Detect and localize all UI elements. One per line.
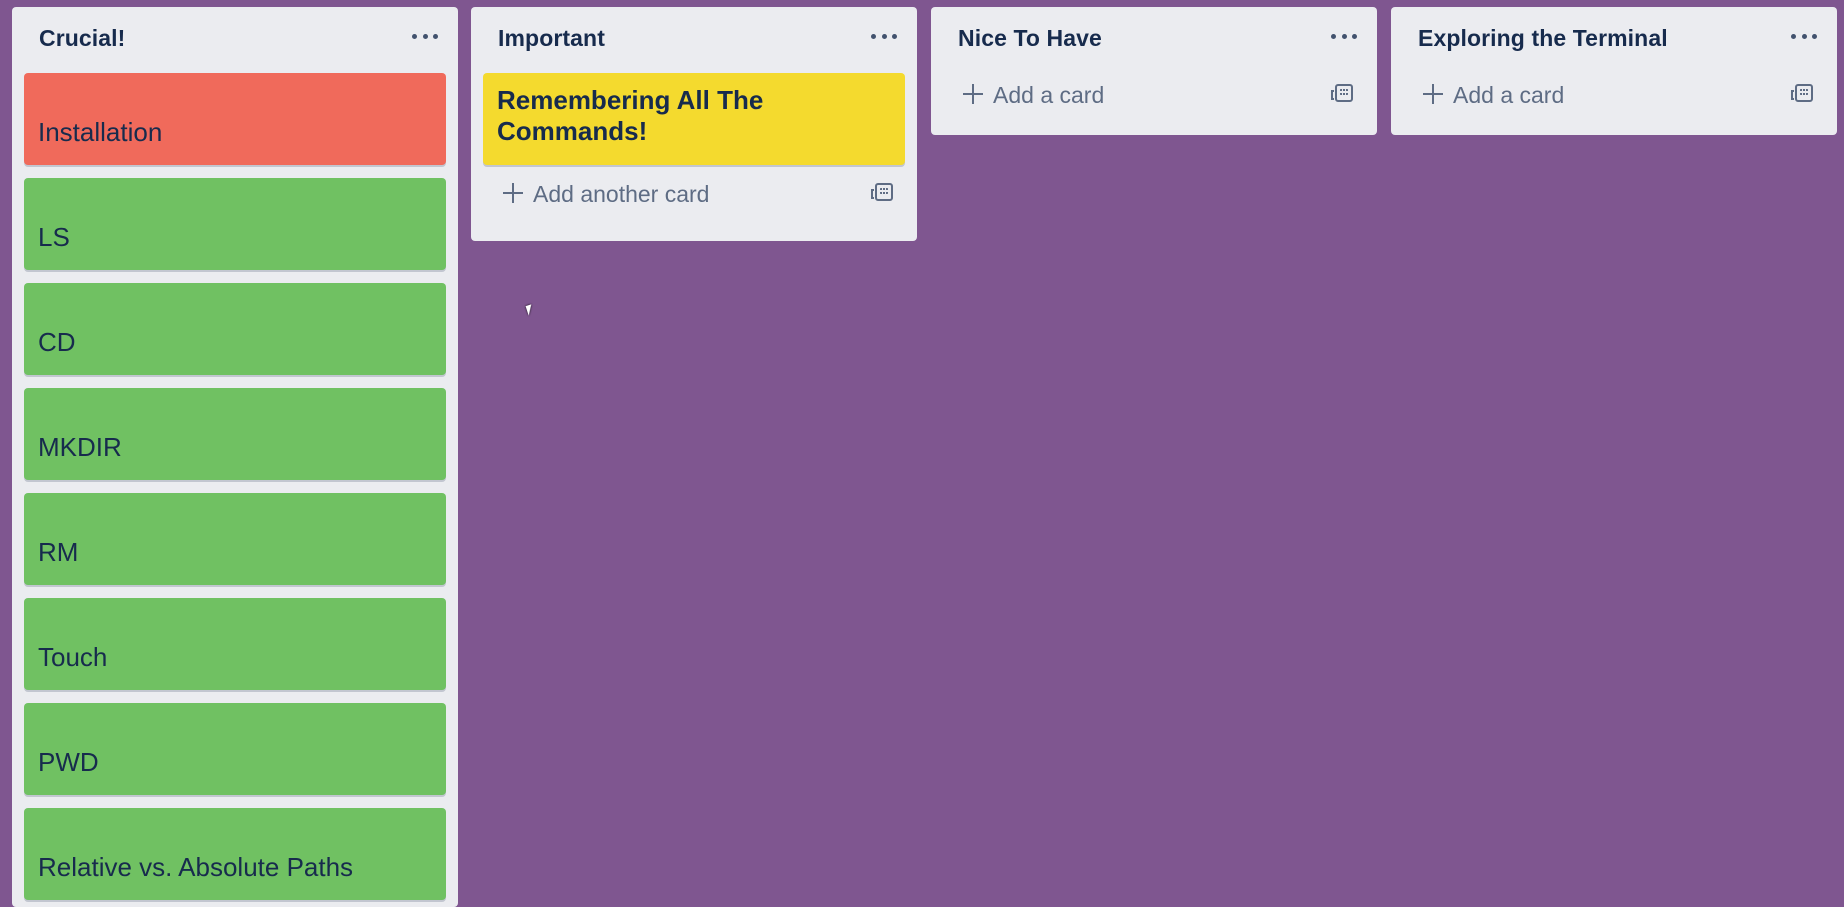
plus-icon: [962, 83, 984, 105]
card-list: Remembering All The Commands!: [471, 73, 917, 165]
list-header: Nice To Have: [931, 7, 1377, 73]
card-title: PWD: [38, 747, 99, 777]
plus-icon: [1422, 83, 1444, 105]
dot-icon: [1791, 33, 1796, 39]
card-relative-vs-absolute-paths[interactable]: Relative vs. Absolute Paths: [24, 808, 446, 900]
card-touch[interactable]: Touch: [24, 598, 446, 690]
card-installation[interactable]: Installation: [24, 73, 446, 165]
dot-icon: [1812, 33, 1817, 39]
list-header: Important: [471, 7, 917, 73]
plus-icon: [502, 182, 524, 204]
dot-icon: [1341, 33, 1347, 39]
card-title: CD: [38, 327, 76, 357]
dot-icon: [1801, 33, 1807, 39]
dot-icon: [881, 33, 887, 39]
card-title: Remembering All The Commands!: [497, 85, 764, 146]
add-card-label: Add a card: [1453, 82, 1565, 108]
card-remembering-all-the-commands[interactable]: Remembering All The Commands!: [483, 73, 905, 165]
dot-icon: [1331, 33, 1336, 39]
card-list: Installation LS CD MKDIR RM Touch PWD Re…: [12, 73, 458, 900]
dot-icon: [892, 33, 897, 39]
dot-icon: [422, 33, 428, 39]
list-nice-to-have: Nice To Have Add a card: [931, 7, 1377, 135]
list-crucial: Crucial! Installation LS CD MKDIR RM Tou…: [12, 7, 458, 907]
dot-icon: [433, 33, 438, 39]
card-mkdir[interactable]: MKDIR: [24, 388, 446, 480]
list-title[interactable]: Nice To Have: [958, 25, 1102, 52]
add-card-button[interactable]: Add another card: [471, 166, 917, 226]
dot-icon: [412, 33, 417, 39]
list-menu-icon[interactable]: [1791, 31, 1817, 41]
add-card-label: Add another card: [533, 181, 710, 207]
card-title: RM: [38, 537, 79, 567]
list-menu-icon[interactable]: [871, 31, 897, 41]
card-title: LS: [38, 222, 70, 252]
list-menu-icon[interactable]: [1331, 31, 1357, 41]
add-card-button[interactable]: Add a card: [1391, 67, 1837, 127]
list-menu-icon[interactable]: [412, 31, 438, 41]
card-template-icon[interactable]: [1791, 84, 1813, 102]
list-title[interactable]: Important: [498, 25, 605, 52]
list-important: Important Remembering All The Commands! …: [471, 7, 917, 241]
card-title: Installation: [38, 117, 163, 147]
list-exploring-the-terminal: Exploring the Terminal Add a card: [1391, 7, 1837, 135]
card-template-icon[interactable]: [871, 183, 893, 201]
card-cd[interactable]: CD: [24, 283, 446, 375]
list-title[interactable]: Exploring the Terminal: [1418, 25, 1668, 52]
card-template-icon[interactable]: [1331, 84, 1353, 102]
add-card-label: Add a card: [993, 82, 1105, 108]
board: Crucial! Installation LS CD MKDIR RM Tou…: [0, 0, 1844, 907]
dot-icon: [871, 33, 876, 39]
card-pwd[interactable]: PWD: [24, 703, 446, 795]
card-title: Relative vs. Absolute Paths: [38, 852, 354, 882]
card-title: MKDIR: [38, 432, 122, 462]
card-ls[interactable]: LS: [24, 178, 446, 270]
mouse-cursor-icon: [525, 304, 535, 316]
dot-icon: [1352, 33, 1357, 39]
list-header: Exploring the Terminal: [1391, 7, 1837, 73]
list-title[interactable]: Crucial!: [39, 25, 125, 52]
add-card-button[interactable]: Add a card: [931, 67, 1377, 127]
card-title: Touch: [38, 642, 108, 672]
list-header: Crucial!: [12, 7, 458, 73]
card-rm[interactable]: RM: [24, 493, 446, 585]
